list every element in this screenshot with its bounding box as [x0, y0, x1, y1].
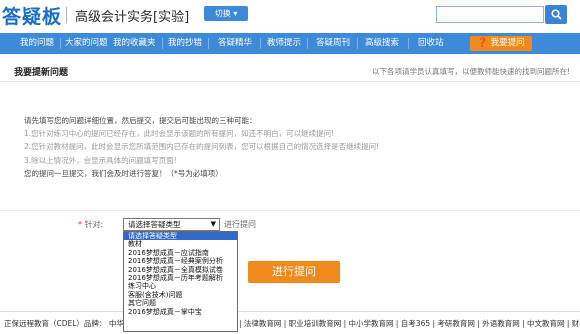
chevron-down-icon: ▾ — [233, 9, 238, 18]
dropdown-option[interactable]: 其它问题 — [124, 299, 237, 307]
nav-my-questions[interactable]: 我的问题 — [20, 33, 54, 54]
dropdown-option[interactable]: 请选择答疑类型 — [124, 232, 237, 241]
instructions-line-4: 您的提问一旦提交，我们会及时进行答复！（*号为必填项） — [24, 168, 223, 178]
switch-label: 切换 — [214, 9, 231, 18]
dropdown-option[interactable]: 2016梦想成真－全真模拟试卷 — [124, 266, 237, 274]
switch-course-button[interactable]: 切换 ▾ — [204, 6, 248, 21]
nav-essence[interactable]: 答疑精华 — [218, 33, 252, 54]
question-suffix: 进行提问 — [224, 220, 256, 229]
question-type-label-text: 针对: — [84, 220, 104, 229]
heading-note: 以下各项请学员认真填写，以便教师能快速的找到问题所在! — [372, 67, 571, 76]
ask-icon: ❓ — [477, 38, 488, 48]
search-button[interactable] — [545, 5, 567, 24]
question-type-row: * 针对: 请选择答疑类型 ▼ 进行提问 — [0, 210, 580, 240]
nav-advanced-search[interactable]: 高级搜索 — [365, 33, 399, 54]
nav-recycle-bin[interactable]: 回收站 — [418, 33, 444, 54]
ask-question-button[interactable]: ❓ 我要提问 — [470, 36, 532, 51]
nav-my-favorites[interactable]: 我的收藏夹 — [113, 33, 156, 54]
nav-divider — [357, 38, 358, 49]
instructions-line-2: 2.您针对教材提问，此时会显示您所填范围内已存在的提问列表，您可以根据自己的情况… — [24, 142, 380, 152]
page-heading-row: 我要提新问题 以下各项请学员认真填写，以便教师能快速的找到问题所在! — [0, 58, 580, 82]
dropdown-option[interactable]: 客服(含技术)问题 — [124, 291, 237, 299]
footer-brand: 正保远程教育（CDEL）品牌： 中华会计 — [4, 319, 139, 328]
required-mark: * — [78, 220, 82, 229]
dropdown-option[interactable]: 练习中心 — [124, 282, 237, 290]
dropdown-option[interactable]: 2016梦想成真－应试指南 — [124, 249, 237, 257]
nav-divider — [208, 38, 209, 49]
nav-divider — [60, 38, 61, 49]
logo[interactable]: 答疑板 — [2, 2, 62, 29]
nav-divider — [260, 38, 261, 49]
question-type-dropdown[interactable]: 请选择答疑类型 教材 2016梦想成真－应试指南 2016梦想成真－经典案例分析… — [123, 231, 238, 332]
nav-divider — [408, 38, 409, 49]
question-type-select[interactable]: 请选择答疑类型 ▼ — [123, 218, 220, 231]
nav-divider — [307, 38, 308, 49]
course-title: 高级会计实务[实验] — [75, 10, 190, 25]
top-header: 答疑板 高级会计实务[实验] 切换 ▾ — [0, 0, 580, 30]
instructions-line-1: 1.您针对练习中心的提问已经存在，此时会显示该题的所有提问，如还不明白，可以继续… — [24, 129, 335, 139]
nav-everyone-questions[interactable]: 大家的问题 — [65, 33, 108, 54]
question-type-label: * 针对: — [78, 219, 103, 230]
dropdown-option[interactable]: 2016梦想成真－经典案例分析 — [124, 257, 237, 265]
instructions: 请先填写您的问题详细位置，然后提交，提交后可能出现的三种可能： 1.您针对练习中… — [24, 114, 379, 180]
nav-my-mistakes[interactable]: 我的抄错 — [168, 33, 202, 54]
instructions-line-3: 3.除以上情况外，会显示具体的问题填写页面! — [24, 155, 177, 165]
select-value: 请选择答疑类型 — [128, 220, 181, 229]
submit-question-button[interactable]: 进行提问 — [248, 261, 340, 283]
footer: 正保远程教育（CDEL）品牌： 中华会计 | 法律教育网 | 职业培训教育网 |… — [0, 311, 580, 334]
nav-weekly[interactable]: 答疑周刊 — [316, 33, 350, 54]
ask-label: 我要提问 — [490, 38, 525, 48]
dropdown-option[interactable]: 教材 — [124, 240, 237, 248]
dropdown-option[interactable]: 2016梦想成真－掌中宝 — [124, 308, 237, 316]
instructions-intro: 请先填写您的问题详细位置，然后提交，提交后可能出现的三种可能： — [24, 116, 257, 125]
dropdown-option[interactable]: 2016梦想成真－历年考题解析 — [124, 274, 237, 282]
page-title: 我要提新问题 — [14, 68, 69, 78]
dropdown-arrow-icon: ▼ — [210, 220, 216, 228]
search-input[interactable] — [436, 6, 544, 23]
nav-divider — [162, 38, 163, 49]
nav-teacher-tips[interactable]: 教师提示 — [267, 33, 301, 54]
logo-divider — [66, 7, 67, 23]
footer-links[interactable]: | 法律教育网 | 职业培训教育网 | 中小学教育网 | 自考365 | 考研教… — [239, 318, 580, 329]
search-icon — [550, 9, 562, 20]
